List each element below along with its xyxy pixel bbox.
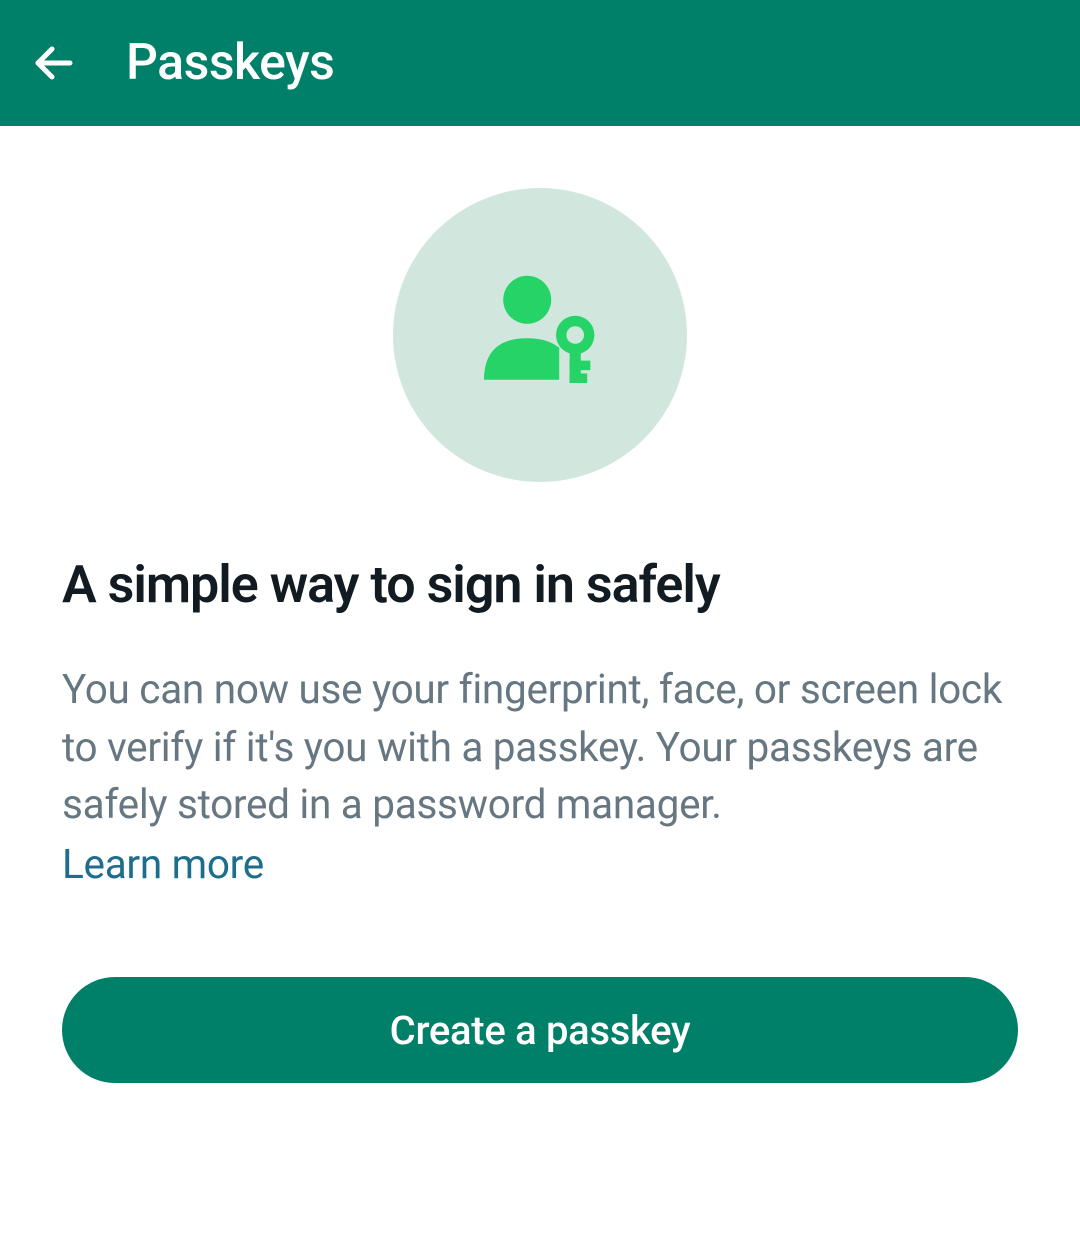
main-content: A simple way to sign in safely You can n… [0, 126, 1080, 1083]
create-passkey-button[interactable]: Create a passkey [62, 977, 1018, 1083]
passkey-illustration [393, 188, 687, 482]
user-key-icon [460, 255, 620, 415]
learn-more-link[interactable]: Learn more [62, 836, 264, 894]
arrow-left-icon [30, 39, 78, 87]
page-title: Passkeys [126, 34, 334, 92]
content-heading: A simple way to sign in safely [62, 554, 1018, 615]
content-description: You can now use your fingerprint, face, … [62, 665, 1002, 828]
app-header: Passkeys [0, 0, 1080, 126]
text-section: A simple way to sign in safely You can n… [62, 554, 1018, 1083]
back-button[interactable] [30, 39, 78, 87]
